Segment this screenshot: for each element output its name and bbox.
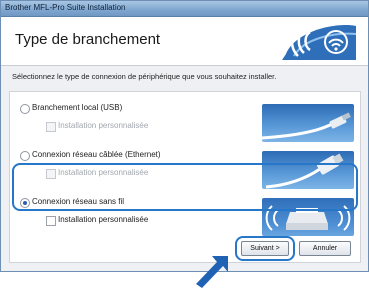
wireless-custom-install-label[interactable]: Installation personnalisée [58, 215, 148, 224]
usb-label[interactable]: Branchement local (USB) [32, 103, 122, 112]
installer-window: Brother MFL-Pro Suite Installation Type … [0, 0, 369, 272]
ethernet-radio[interactable] [20, 151, 30, 161]
instruction-text: Sélectionnez le type de connexion de pér… [12, 72, 277, 81]
header-banner: Type de branchement [1, 17, 368, 66]
title-bar[interactable]: Brother MFL-Pro Suite Installation [1, 1, 368, 17]
usb-radio[interactable] [20, 104, 30, 114]
wireless-brand-icon [282, 25, 357, 61]
usb-custom-install-label: Installation personnalisée [58, 121, 149, 130]
pointer-arrow-icon [196, 256, 228, 288]
usb-custom-install-checkbox [46, 122, 56, 132]
page-title: Type de branchement [15, 31, 161, 48]
window-title: Brother MFL-Pro Suite Installation [5, 3, 126, 12]
wireless-custom-install-checkbox[interactable] [46, 216, 56, 226]
ethernet-label[interactable]: Connexion réseau câblée (Ethernet) [32, 150, 161, 159]
wireless-option-highlight [12, 163, 358, 211]
option-usb: Branchement local (USB) Installation per… [10, 100, 360, 144]
cancel-button[interactable]: Annuler [299, 241, 351, 256]
usb-cable-icon [262, 104, 354, 142]
next-button-highlight [235, 236, 295, 261]
